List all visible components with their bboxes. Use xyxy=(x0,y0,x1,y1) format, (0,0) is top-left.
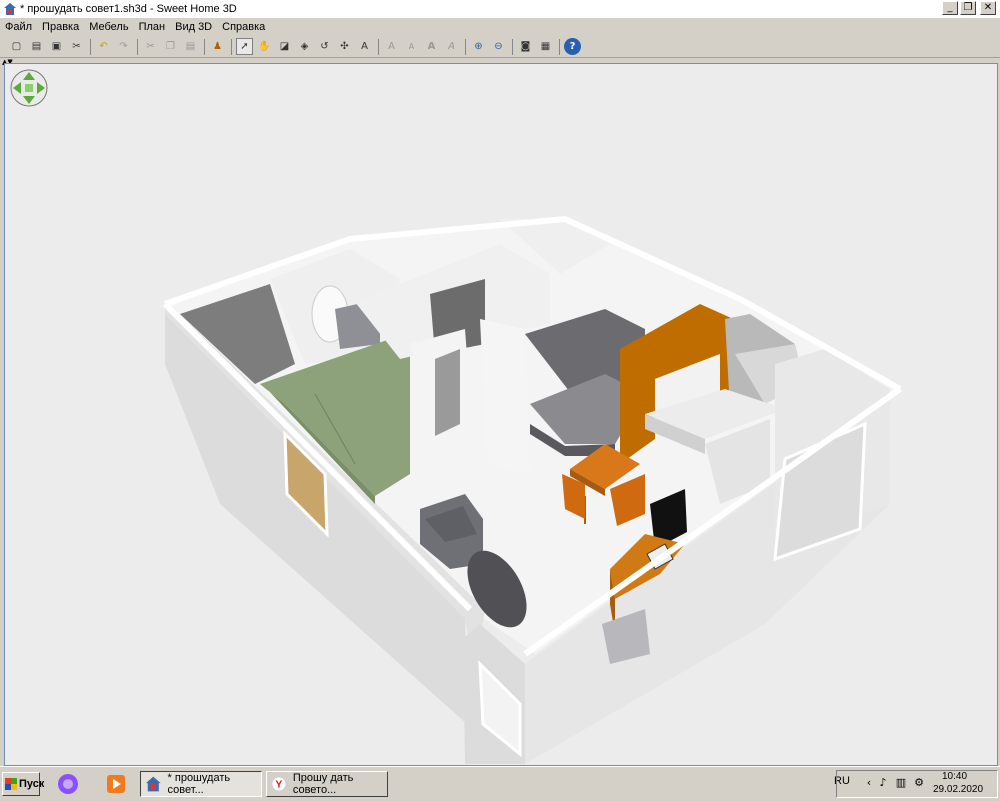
minimize-button[interactable]: _ xyxy=(942,1,958,15)
volume-icon[interactable]: ♪ xyxy=(876,776,890,790)
help-icon[interactable]: ? xyxy=(564,38,581,55)
menu-file[interactable]: Файл xyxy=(0,21,37,33)
3d-view[interactable] xyxy=(4,63,998,766)
select-arrow-icon[interactable]: ➚ xyxy=(236,38,253,55)
task-label: Прошу дать совето... xyxy=(292,772,354,796)
menu-furniture[interactable]: Мебель xyxy=(84,21,133,33)
clock-date: 29.02.2020 xyxy=(933,784,984,795)
create-dimensions-icon[interactable]: ✣ xyxy=(336,38,353,55)
add-text-icon[interactable]: A xyxy=(356,38,373,55)
window-controls: _ ❐ ✕ xyxy=(942,1,996,15)
toolbar-separator xyxy=(512,38,513,55)
toolbar-separator xyxy=(378,38,379,55)
create-polylines-icon[interactable]: ↺ xyxy=(316,38,333,55)
increase-text-icon[interactable]: A xyxy=(383,38,400,55)
menu-3d-view[interactable]: Вид 3D xyxy=(170,21,217,33)
italic-text-icon[interactable]: A xyxy=(443,38,460,55)
copy-icon[interactable]: ❐ xyxy=(162,38,179,55)
zoom-out-icon[interactable]: ⊖ xyxy=(490,38,507,55)
alice-assistant-icon[interactable] xyxy=(56,772,80,796)
menu-edit[interactable]: Правка xyxy=(37,21,84,33)
3d-house-model xyxy=(162,215,902,764)
start-button[interactable]: Пуск xyxy=(2,772,44,796)
decrease-text-icon[interactable]: A xyxy=(403,38,420,55)
maximize-button[interactable]: ❐ xyxy=(960,1,976,15)
title-bar: * прошудать совет1.sh3d - Sweet Home 3D … xyxy=(0,0,1000,18)
toolbar-separator xyxy=(465,38,466,55)
preferences-icon[interactable]: ✂ xyxy=(68,38,85,55)
clock-time: 10:40 xyxy=(942,771,968,782)
toolbar-separator xyxy=(231,38,232,55)
add-furniture-icon[interactable]: ♟ xyxy=(209,38,226,55)
save-icon[interactable]: ▣ xyxy=(48,38,65,55)
sweet-home-3d-icon xyxy=(4,3,16,15)
new-file-icon[interactable]: ▢ xyxy=(8,38,25,55)
undo-icon[interactable]: ↶ xyxy=(95,38,112,55)
media-player-icon[interactable] xyxy=(104,772,128,796)
yandex-browser-icon: Y xyxy=(271,776,287,792)
windows-logo-icon xyxy=(5,778,17,790)
start-label: Пуск xyxy=(19,778,45,790)
zoom-in-icon[interactable]: ⊕ xyxy=(470,38,487,55)
sweet-home-3d-icon xyxy=(145,776,161,792)
menu-bar: Файл Правка Мебель План Вид 3D Справка xyxy=(0,18,1000,36)
toolbar-separator xyxy=(137,38,138,55)
menu-plan[interactable]: План xyxy=(134,21,171,33)
svg-text:Y: Y xyxy=(275,779,282,791)
pan-hand-icon[interactable]: ✋ xyxy=(256,38,273,55)
taskbar-item-yandex-browser[interactable]: Y Прошу дать совето... xyxy=(266,771,388,797)
taskbar: Пуск * прошудать совет... Y Прошу дать с… xyxy=(0,766,1000,801)
create-photo-icon[interactable]: ◙ xyxy=(517,38,534,55)
create-walls-icon[interactable]: ◪ xyxy=(276,38,293,55)
menu-help[interactable]: Справка xyxy=(217,21,270,33)
redo-icon[interactable]: ↷ xyxy=(115,38,132,55)
paste-icon[interactable]: ▤ xyxy=(182,38,199,55)
toolbar-separator xyxy=(204,38,205,55)
toolbar: ▢ ▤ ▣ ✂ ↶ ↷ ✂ ❐ ▤ ♟ ➚ ✋ ◪ ◈ ↺ ✣ A A A A … xyxy=(0,36,1000,58)
cut-icon[interactable]: ✂ xyxy=(142,38,159,55)
settings-tray-icon[interactable]: ⚙ xyxy=(912,776,926,790)
create-rooms-icon[interactable]: ◈ xyxy=(296,38,313,55)
network-icon[interactable]: ▥ xyxy=(894,776,908,790)
window-title: * прошудать совет1.sh3d - Sweet Home 3D xyxy=(20,3,237,15)
close-button[interactable]: ✕ xyxy=(980,1,996,15)
task-label: * прошудать совет... xyxy=(167,772,231,796)
open-folder-icon[interactable]: ▤ xyxy=(28,38,45,55)
taskbar-item-sweet-home-3d[interactable]: * прошудать совет... xyxy=(140,771,262,797)
tray-arrow-icon[interactable]: ‹ xyxy=(862,776,876,790)
toolbar-separator xyxy=(559,38,560,55)
toolbar-separator xyxy=(90,38,91,55)
bold-text-icon[interactable]: A xyxy=(423,38,440,55)
create-video-icon[interactable]: ▦ xyxy=(537,38,554,55)
